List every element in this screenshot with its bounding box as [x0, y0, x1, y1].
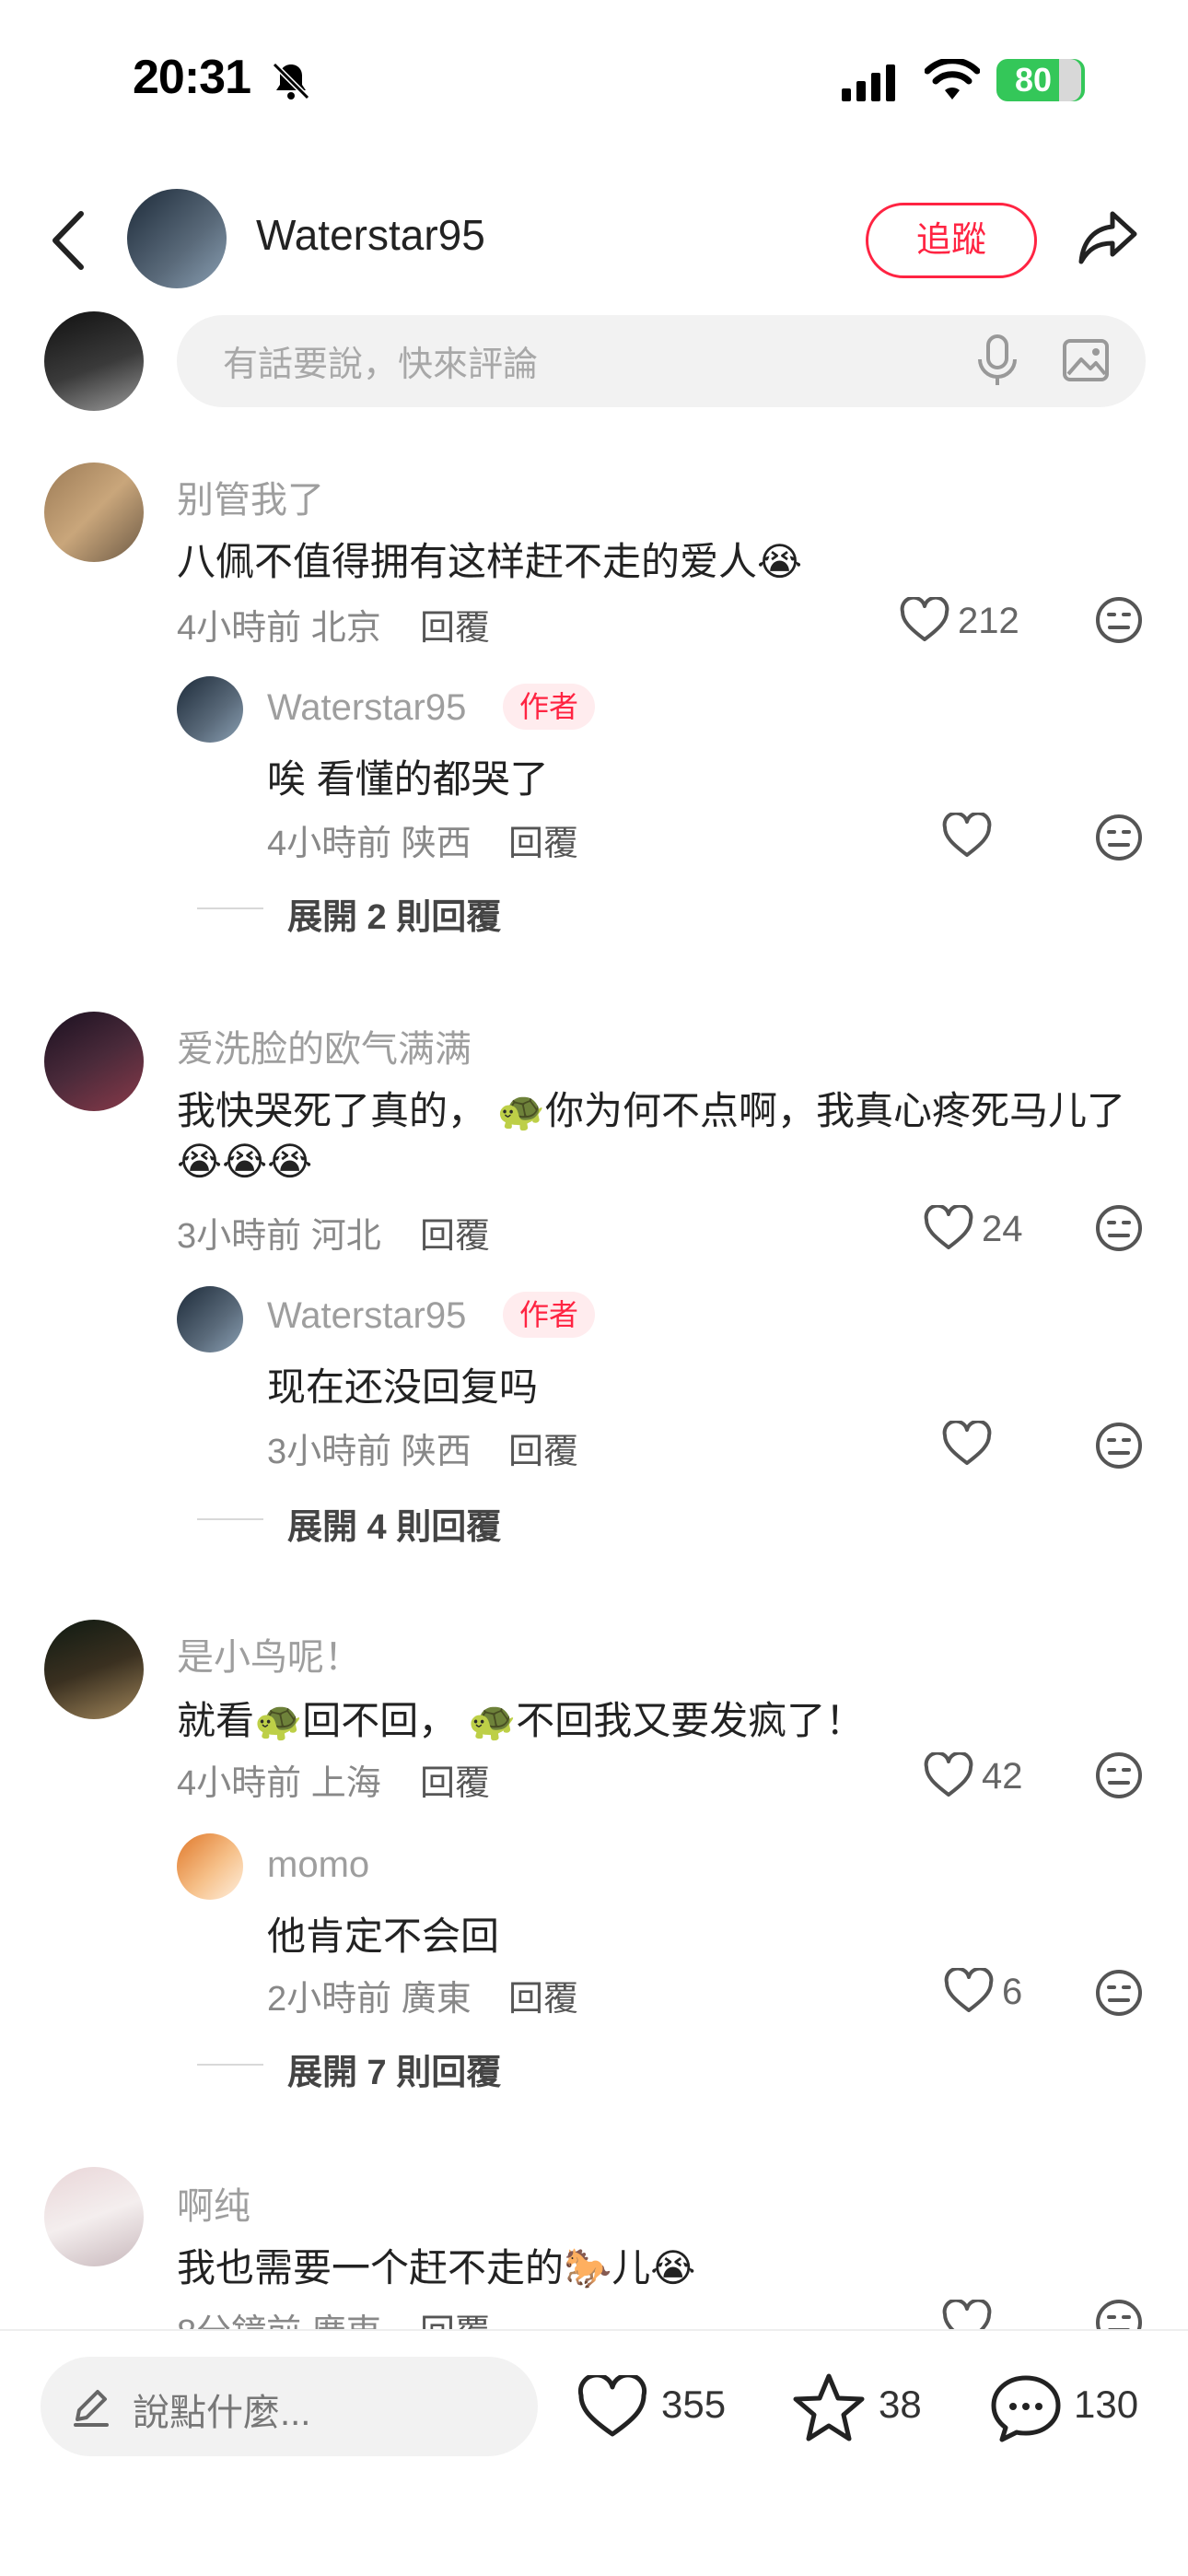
heart-outline-icon[interactable]: [941, 813, 993, 859]
expand-divider: [197, 2064, 263, 2066]
post-like-count: 355: [661, 2383, 727, 2426]
commenter-avatar[interactable]: [44, 1012, 144, 1111]
reply-meta: 4小時前 陕西: [267, 825, 472, 863]
comment-meta: 4小時前 北京: [177, 609, 381, 648]
reply-button[interactable]: 回覆: [420, 599, 490, 650]
follow-button[interactable]: 追蹤: [866, 203, 1037, 278]
expand-replies-button[interactable]: 展開 2 則回覆: [287, 888, 501, 939]
expand-divider: [197, 1518, 263, 1520]
comment-username[interactable]: 啊纯: [177, 2176, 250, 2230]
comment-text-continued: 😭😭😭: [177, 1140, 313, 1183]
comment-username[interactable]: 爱洗脸的欧气满满: [177, 1019, 472, 1072]
bottom-bar-divider: [0, 2329, 1188, 2331]
image-icon[interactable]: [1061, 335, 1111, 385]
reply-text: 他肯定不会回: [267, 1914, 500, 1958]
reply-username[interactable]: momo: [267, 1844, 369, 1886]
comment-meta: 3小時前 河北: [177, 1217, 381, 1256]
like-count: 6: [1002, 1972, 1023, 2012]
cellular-signal-icon: [842, 64, 895, 101]
reply-avatar[interactable]: [177, 1833, 243, 1900]
reply-username[interactable]: Waterstar95: [267, 687, 466, 729]
comment-meta: 4小時前 上海: [177, 1764, 381, 1803]
author-avatar[interactable]: [127, 189, 227, 288]
comment-username[interactable]: 是小鸟呢！: [177, 1627, 361, 1680]
reply-avatar[interactable]: [177, 1286, 243, 1352]
like-count: 212: [958, 601, 1019, 641]
reply-button[interactable]: 回覆: [508, 1423, 578, 1473]
expand-replies-button[interactable]: 展開 7 則回覆: [287, 2043, 501, 2094]
say-something-placeholder: 說點什麼...: [133, 2393, 311, 2433]
face-icon[interactable]: [1094, 1421, 1144, 1470]
expand-replies-button[interactable]: 展開 4 則回覆: [287, 1498, 501, 1549]
battery-level: 80: [1014, 61, 1053, 99]
heart-outline-icon[interactable]: [941, 1421, 993, 1467]
comment-text: 就看🐢回不回， 🐢不回我又要发疯了！: [177, 1699, 865, 1742]
like-count: 24: [982, 1209, 1023, 1249]
like-count: 42: [982, 1756, 1023, 1797]
commenter-avatar[interactable]: [44, 1620, 144, 1719]
bell-muted-icon: [272, 62, 310, 100]
wifi-icon: [925, 59, 980, 100]
reply-username[interactable]: Waterstar95: [267, 1295, 466, 1337]
post-star-count: 38: [879, 2383, 922, 2426]
reply-meta: 3小時前 陕西: [267, 1433, 472, 1471]
post-comment-count: 130: [1074, 2383, 1139, 2426]
reply-button[interactable]: 回覆: [420, 1207, 490, 1258]
share-arrow-icon[interactable]: [1076, 205, 1140, 269]
status-time: 20:31: [133, 51, 251, 104]
author-tag: 作者: [503, 1292, 596, 1338]
back-chevron-icon[interactable]: [46, 208, 92, 273]
microphone-icon[interactable]: [973, 334, 1022, 387]
expand-divider: [197, 907, 263, 909]
commenter-avatar[interactable]: [44, 2167, 144, 2266]
heart-outline-icon[interactable]: [577, 2375, 648, 2440]
author-username[interactable]: Waterstar95: [256, 210, 485, 260]
face-icon[interactable]: [1094, 813, 1144, 862]
comment-text: 八佩不值得拥有这样赶不走的爱人😭: [177, 540, 803, 583]
comment-text: 我快哭死了真的， 🐢你为何不点啊，我真心疼死马儿了: [177, 1089, 1125, 1132]
reply-button[interactable]: 回覆: [508, 1970, 578, 2020]
heart-outline-icon[interactable]: [899, 597, 950, 643]
my-avatar: [44, 311, 144, 411]
pen-icon: [74, 2390, 109, 2427]
commenter-avatar[interactable]: [44, 463, 144, 562]
reply-text: 现在还没回复吗: [267, 1365, 539, 1409]
heart-outline-icon[interactable]: [923, 1205, 974, 1251]
heart-outline-icon[interactable]: [923, 1752, 974, 1798]
reply-meta: 2小時前 廣東: [267, 1980, 472, 2019]
comment-input-placeholder: 有話要說，快來評論: [223, 345, 539, 384]
face-icon[interactable]: [1094, 1968, 1144, 2018]
face-icon[interactable]: [1094, 1751, 1144, 1800]
comment-text: 我也需要一个赶不走的🐎儿😭: [177, 2246, 696, 2289]
reply-button[interactable]: 回覆: [420, 1754, 490, 1805]
face-icon[interactable]: [1094, 595, 1144, 645]
reply-button[interactable]: 回覆: [508, 814, 578, 865]
face-icon[interactable]: [1094, 1203, 1144, 1253]
comment-username[interactable]: 别管我了: [177, 470, 324, 523]
chat-bubble-icon[interactable]: [989, 2373, 1063, 2443]
reply-avatar[interactable]: [177, 676, 243, 743]
author-tag: 作者: [503, 684, 596, 730]
reply-text: 唉 看懂的都哭了: [267, 757, 549, 801]
star-outline-icon[interactable]: [792, 2371, 866, 2443]
heart-outline-icon[interactable]: [943, 1968, 995, 2014]
